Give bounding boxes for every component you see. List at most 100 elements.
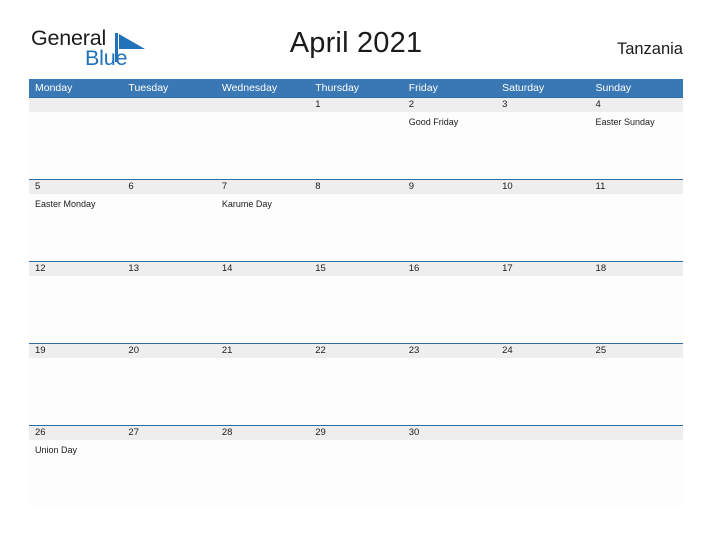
day-number[interactable]: 21 (216, 344, 309, 358)
day-cell[interactable] (590, 194, 683, 261)
calendar-page: General Blue April 2021 Tanzania Monday … (0, 0, 712, 550)
calendar-week-row: 26 27 28 29 30 Union Day (29, 425, 683, 507)
day-number[interactable]: 16 (403, 262, 496, 276)
day-number[interactable] (122, 98, 215, 112)
day-cell[interactable] (403, 440, 496, 507)
calendar-grid: Monday Tuesday Wednesday Thursday Friday… (29, 79, 683, 507)
week-date-strip: 5 6 7 8 9 10 11 (29, 179, 683, 194)
weekday-monday: Monday (35, 82, 73, 94)
week-body (29, 276, 683, 343)
week-body: Easter Monday Karume Day (29, 194, 683, 261)
day-cell[interactable] (590, 440, 683, 507)
day-cell[interactable] (496, 276, 589, 343)
day-cell[interactable]: Easter Monday (29, 194, 122, 261)
day-cell[interactable]: Karume Day (216, 194, 309, 261)
day-number[interactable]: 20 (122, 344, 215, 358)
day-number[interactable]: 26 (29, 426, 122, 440)
day-cell[interactable] (309, 112, 402, 179)
day-cell[interactable] (309, 194, 402, 261)
day-number[interactable]: 12 (29, 262, 122, 276)
weekday-wednesday: Wednesday (221, 82, 278, 94)
day-number[interactable] (496, 426, 589, 440)
weekday-thursday: Thursday (315, 82, 360, 94)
country-label: Tanzania (616, 40, 683, 58)
day-number[interactable]: 23 (403, 344, 496, 358)
day-number[interactable]: 22 (309, 344, 402, 358)
week-date-strip: 12 13 14 15 16 17 18 (29, 261, 683, 276)
day-cell[interactable] (122, 440, 215, 507)
weekday-saturday: Saturday (502, 82, 545, 94)
day-number[interactable]: 15 (309, 262, 402, 276)
day-number[interactable]: 27 (122, 426, 215, 440)
day-cell[interactable] (122, 276, 215, 343)
weekday-tuesday: Tuesday (128, 82, 169, 94)
page-title: April 2021 (289, 27, 423, 59)
calendar-week-row: 1 2 3 4 Good Friday Easter Sunday (29, 97, 683, 179)
week-date-strip: 1 2 3 4 (29, 97, 683, 112)
day-cell[interactable] (309, 440, 402, 507)
day-number[interactable]: 25 (590, 344, 683, 358)
day-cell[interactable] (403, 194, 496, 261)
day-cell[interactable] (122, 112, 215, 179)
day-number[interactable]: 8 (309, 180, 402, 194)
day-number[interactable]: 9 (403, 180, 496, 194)
day-cell[interactable] (590, 276, 683, 343)
day-cell[interactable] (309, 358, 402, 425)
day-cell[interactable] (496, 194, 589, 261)
week-date-strip: 19 20 21 22 23 24 25 (29, 343, 683, 358)
day-cell[interactable] (496, 440, 589, 507)
day-cell[interactable] (216, 440, 309, 507)
calendar-week-row: 12 13 14 15 16 17 18 (29, 261, 683, 343)
day-cell[interactable] (590, 358, 683, 425)
day-number[interactable]: 29 (309, 426, 402, 440)
day-cell[interactable] (29, 276, 122, 343)
day-number[interactable]: 30 (403, 426, 496, 440)
day-number[interactable]: 5 (29, 180, 122, 194)
day-number[interactable]: 17 (496, 262, 589, 276)
week-body: Union Day (29, 440, 683, 507)
day-cell[interactable] (403, 358, 496, 425)
day-cell[interactable] (29, 112, 122, 179)
day-cell[interactable]: Union Day (29, 440, 122, 507)
day-cell[interactable] (496, 358, 589, 425)
week-date-strip: 26 27 28 29 30 (29, 425, 683, 440)
day-cell[interactable] (122, 194, 215, 261)
day-number[interactable]: 11 (590, 180, 683, 194)
weekday-friday: Friday (408, 82, 438, 94)
weekday-sunday: Sunday (595, 82, 632, 94)
day-cell[interactable] (29, 358, 122, 425)
day-number[interactable]: 24 (496, 344, 589, 358)
day-cell[interactable] (496, 112, 589, 179)
day-cell[interactable]: Good Friday (403, 112, 496, 179)
day-number[interactable]: 6 (122, 180, 215, 194)
day-cell[interactable] (216, 358, 309, 425)
calendar-week-row: 5 6 7 8 9 10 11 Easter Monday Karume Day (29, 179, 683, 261)
day-event: Easter Monday (35, 199, 96, 209)
weekday-header-row: Monday Tuesday Wednesday Thursday Friday… (29, 79, 683, 97)
day-cell[interactable] (403, 276, 496, 343)
day-number[interactable]: 3 (496, 98, 589, 112)
day-number[interactable]: 13 (122, 262, 215, 276)
day-cell[interactable] (122, 358, 215, 425)
day-cell[interactable]: Easter Sunday (590, 112, 683, 179)
day-number[interactable] (590, 426, 683, 440)
day-cell[interactable] (216, 276, 309, 343)
page-header: General Blue April 2021 Tanzania (0, 0, 712, 69)
day-number[interactable]: 4 (590, 98, 683, 112)
day-cell[interactable] (309, 276, 402, 343)
day-number[interactable]: 28 (216, 426, 309, 440)
day-number[interactable] (29, 98, 122, 112)
day-number[interactable]: 18 (590, 262, 683, 276)
day-number[interactable]: 1 (309, 98, 402, 112)
day-number[interactable] (216, 98, 309, 112)
day-event: Karume Day (221, 199, 272, 209)
day-event: Easter Sunday (595, 117, 655, 127)
week-body: Good Friday Easter Sunday (29, 112, 683, 179)
day-number[interactable]: 7 (216, 180, 309, 194)
day-cell[interactable] (216, 112, 309, 179)
week-body (29, 358, 683, 425)
day-number[interactable]: 10 (496, 180, 589, 194)
day-number[interactable]: 14 (216, 262, 309, 276)
day-number[interactable]: 19 (29, 344, 122, 358)
day-number[interactable]: 2 (403, 98, 496, 112)
